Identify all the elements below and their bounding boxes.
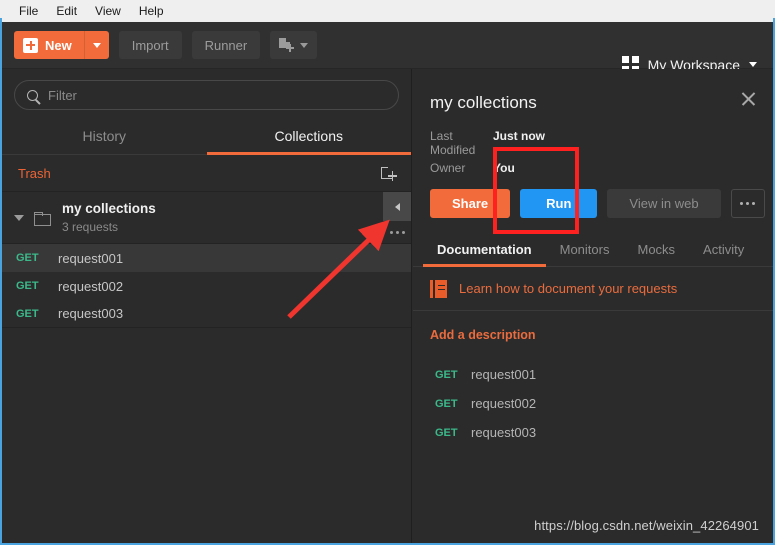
learn-link[interactable]: Learn how to document your requests: [459, 281, 677, 296]
tab-activity[interactable]: Activity: [689, 236, 758, 266]
tab-collections[interactable]: Collections: [206, 119, 412, 155]
tab-history[interactable]: History: [2, 119, 207, 154]
documentation-request-list: GET request001 GET request002 GET reques…: [413, 360, 773, 447]
details-more-button[interactable]: [730, 189, 765, 218]
tab-documentation[interactable]: Documentation: [423, 236, 546, 267]
meta-row-owner: Owner You: [430, 161, 773, 175]
menu-item-file[interactable]: File: [10, 2, 47, 20]
request-name: request003: [471, 425, 537, 440]
request-name: request002: [471, 396, 537, 411]
request-method: GET: [435, 368, 458, 381]
share-button[interactable]: Share: [430, 189, 511, 218]
list-item[interactable]: GET request003: [2, 300, 411, 328]
request-method: GET: [435, 397, 458, 410]
caret-down-icon: [92, 42, 101, 48]
runner-button[interactable]: Runner: [191, 31, 261, 59]
trash-row: Trash: [2, 155, 411, 192]
list-item[interactable]: GET request001: [2, 244, 411, 272]
watermark-text: https://blog.csdn.net/weixin_42264901: [534, 518, 759, 533]
request-name: request001: [471, 367, 537, 382]
postman-window: File Edit View Help New Import Runner My…: [0, 0, 775, 545]
collection-meta: 3 requests: [62, 220, 119, 234]
request-name: request002: [58, 278, 124, 294]
details-actions: Share Run View in web: [430, 189, 773, 218]
meta-row-last-modified: Last Modified Just now: [430, 129, 773, 157]
list-item[interactable]: GET request003: [435, 418, 773, 447]
meta-value: You: [493, 161, 515, 175]
request-method: GET: [16, 307, 39, 320]
close-icon[interactable]: [740, 90, 757, 107]
filter-container: [2, 69, 411, 119]
list-item[interactable]: GET request001: [435, 360, 773, 389]
request-method: GET: [435, 426, 458, 439]
chevron-left-icon: [394, 202, 400, 211]
details-header: my collections: [413, 69, 773, 113]
details-meta: Last Modified Just now Owner You: [430, 129, 773, 175]
triangle-down-icon[interactable]: [14, 214, 24, 221]
plus-icon: [23, 37, 38, 53]
folder-icon: [34, 211, 51, 226]
request-name: request003: [58, 306, 124, 321]
view-in-web-button[interactable]: View in web: [607, 189, 721, 218]
tab-monitors[interactable]: Monitors: [546, 236, 624, 266]
menu-item-edit[interactable]: Edit: [47, 2, 86, 20]
collection-name: my collections: [62, 201, 156, 216]
meta-value: Just now: [493, 129, 546, 143]
request-method: GET: [16, 252, 39, 264]
learn-banner[interactable]: Learn how to document your requests: [413, 267, 773, 311]
search-box[interactable]: [14, 80, 399, 110]
import-button[interactable]: Import: [118, 31, 182, 59]
new-button[interactable]: New: [14, 31, 109, 59]
collection-more-button[interactable]: [383, 221, 411, 244]
list-item[interactable]: GET request002: [2, 272, 411, 300]
search-input[interactable]: [48, 87, 386, 103]
add-description-link[interactable]: Add a description: [413, 311, 773, 342]
app-toolbar: New Import Runner My Workspace: [2, 22, 773, 73]
search-icon: [27, 89, 38, 101]
book-icon: [430, 279, 447, 298]
caret-down-icon: [300, 42, 309, 48]
page-title: my collections: [430, 93, 537, 112]
sidebar-tabs: History Collections: [2, 119, 411, 155]
menu-item-help[interactable]: Help: [130, 2, 173, 20]
new-button-label: New: [45, 37, 72, 53]
meta-key: Last Modified: [430, 129, 476, 157]
new-folder-icon[interactable]: [381, 164, 397, 181]
new-tab-button[interactable]: [270, 31, 318, 59]
menu-item-view[interactable]: View: [86, 2, 130, 20]
collapse-sidebar-button[interactable]: [383, 192, 411, 221]
new-dropdown-button[interactable]: [83, 31, 109, 59]
tab-mocks[interactable]: Mocks: [623, 236, 689, 266]
details-tabs: Documentation Monitors Mocks Activity: [413, 236, 773, 267]
request-method: GET: [16, 280, 39, 292]
collection-row[interactable]: my collections 3 requests: [2, 192, 411, 244]
sidebar: History Collections Trash my collections…: [2, 69, 412, 543]
new-button-core[interactable]: New: [14, 31, 84, 59]
list-item[interactable]: GET request002: [435, 389, 773, 418]
collection-details-panel: my collections Last Modified Just now Ow…: [413, 69, 773, 543]
menu-bar: File Edit View Help: [0, 0, 775, 22]
caret-down-icon: [749, 62, 757, 67]
run-button[interactable]: Run: [520, 189, 598, 218]
request-name: request001: [58, 250, 124, 266]
trash-link[interactable]: Trash: [18, 166, 51, 181]
new-tab-icon: [279, 38, 295, 52]
request-list: GET request001 GET request002 GET reques…: [2, 244, 411, 328]
meta-key: Owner: [430, 161, 466, 175]
collection-text: my collections 3 requests: [62, 201, 156, 234]
